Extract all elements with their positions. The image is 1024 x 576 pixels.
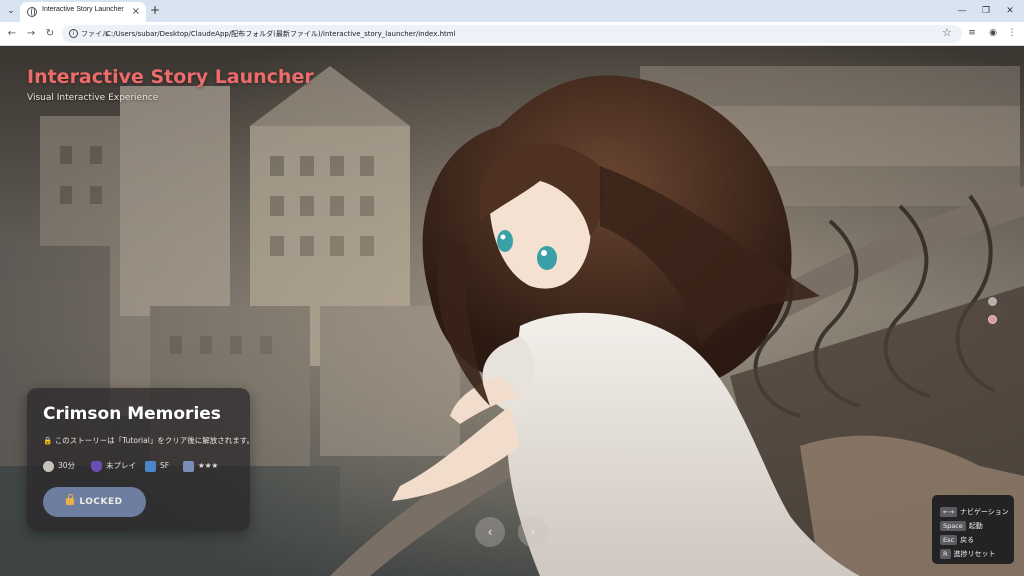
alarm-clock-icon xyxy=(43,460,54,472)
app-viewport: Interactive Story Launcher Visual Intera… xyxy=(0,46,1024,576)
help-row-back: Esc 戻る xyxy=(940,529,974,545)
bar-chart-icon xyxy=(183,460,194,472)
story-title: Crimson Memories xyxy=(43,404,221,424)
duration-text: 30分 xyxy=(58,461,76,470)
app-subtitle: Visual Interactive Experience xyxy=(27,93,159,103)
help-label-reset: 進捗リセット xyxy=(953,549,996,558)
game-controller-icon xyxy=(91,460,102,472)
new-tab-icon[interactable]: + xyxy=(150,3,160,17)
tab-title: Interactive Story Launcher xyxy=(42,6,124,13)
genre-text: SF xyxy=(160,461,170,470)
next-story-button[interactable]: › xyxy=(518,517,548,547)
page-dot-1[interactable] xyxy=(988,297,997,306)
help-row-navigation: ←→ ナビゲーション xyxy=(940,501,1009,517)
page-dot-2-active[interactable] xyxy=(988,315,997,324)
keyboard-help-panel: ←→ ナビゲーション Space 起動 Esc 戻る R 進捗リセット xyxy=(932,495,1014,564)
meta-rating: ★★★ xyxy=(183,460,218,472)
locked-label: LOCKED xyxy=(79,497,123,507)
app-title: Interactive Story Launcher xyxy=(27,66,314,88)
browser-tab[interactable]: Interactive Story Launcher × xyxy=(20,2,146,22)
omnibox-scheme-label: ファイル xyxy=(81,30,109,38)
window-close-icon[interactable]: ✕ xyxy=(996,3,1024,19)
profile-icon[interactable]: ◉ xyxy=(987,27,999,39)
forward-arrow-icon[interactable]: → xyxy=(24,27,38,41)
globe-icon xyxy=(27,7,37,17)
more-menu-icon[interactable]: ⋮ xyxy=(1006,27,1018,39)
browser-toolbar: ← → ↻ i ファイル C:/Users/subar/Desktop/Clau… xyxy=(0,22,1024,46)
help-row-launch: Space 起動 xyxy=(940,515,983,531)
address-bar[interactable]: i ファイル C:/Users/subar/Desktop/ClaudeApp/… xyxy=(62,25,962,43)
reading-list-icon[interactable]: ≡ xyxy=(966,27,978,39)
reload-icon[interactable]: ↻ xyxy=(43,27,57,41)
tab-search-chevron-icon[interactable]: ⌄ xyxy=(4,4,18,18)
help-row-reset: R 進捗リセット xyxy=(940,543,996,559)
url-text[interactable]: C:/Users/subar/Desktop/ClaudeApp/配布フォルダ(… xyxy=(106,29,456,39)
key-r: R xyxy=(940,548,951,559)
meta-duration: 30分 xyxy=(43,460,75,472)
lock-requirement-note: 🔒 このストーリーは「Tutorial」をクリア後に解放されます。 xyxy=(43,436,255,445)
rating-stars: ★★★ xyxy=(198,461,219,470)
bookmark-star-icon[interactable]: ☆ xyxy=(942,26,952,39)
story-card: Crimson Memories 🔒 このストーリーは「Tutorial」をクリ… xyxy=(27,388,254,531)
meta-status: 未プレイ xyxy=(91,460,136,472)
browser-tab-bar: ⌄ Interactive Story Launcher × + — ❐ ✕ xyxy=(0,0,1024,22)
close-icon[interactable]: × xyxy=(132,5,140,19)
lock-icon xyxy=(66,494,75,505)
genre-icon xyxy=(145,460,156,472)
previous-story-button[interactable]: ‹ xyxy=(475,517,505,547)
status-text: 未プレイ xyxy=(106,461,136,470)
locked-button[interactable]: LOCKED xyxy=(43,487,146,517)
back-arrow-icon[interactable]: ← xyxy=(5,27,19,41)
meta-genre: SF xyxy=(145,460,169,472)
info-icon[interactable]: i xyxy=(69,29,78,38)
